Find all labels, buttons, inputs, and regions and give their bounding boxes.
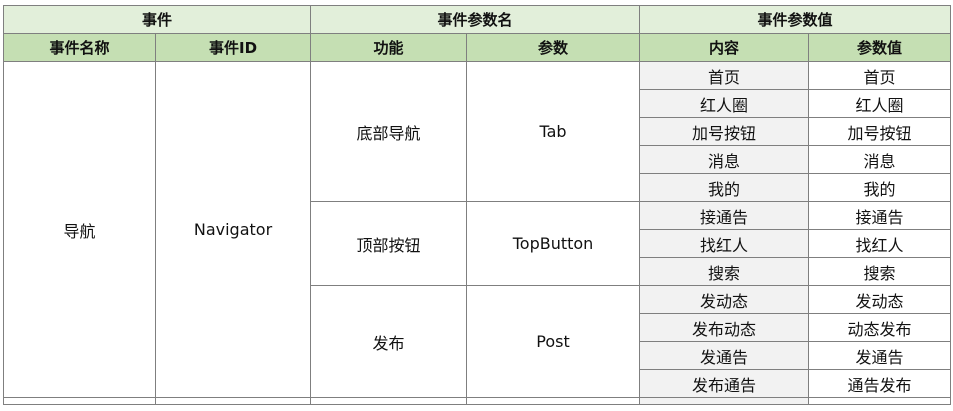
- content-cell: 接通告: [639, 201, 810, 230]
- value-cell: 红人圈: [808, 89, 952, 118]
- content-cell: 红人圈: [639, 89, 810, 118]
- param-cell: Post: [466, 285, 641, 398]
- param-cell: TopButton: [466, 201, 641, 286]
- value-cell: 通告发布: [808, 369, 952, 398]
- value-cell: 搜索: [808, 257, 952, 286]
- partial-cell: [3, 397, 156, 405]
- value-cell: 发通告: [808, 341, 952, 370]
- content-cell: 搜索: [639, 257, 810, 286]
- header-function: 功能: [310, 33, 468, 62]
- value-cell: 加号按钮: [808, 117, 952, 146]
- header-event-name: 事件名称: [3, 33, 156, 62]
- value-cell: 发动态: [808, 285, 952, 314]
- content-cell: 首页: [639, 61, 810, 90]
- content-cell: 找红人: [639, 229, 810, 258]
- partial-cell: [310, 397, 468, 405]
- table-row-partial: [3, 397, 952, 405]
- header-group-param-name: 事件参数名: [310, 5, 641, 34]
- value-cell: 我的: [808, 173, 952, 202]
- content-cell: 发布通告: [639, 369, 810, 398]
- event-tracking-table: 事件 事件参数名 事件参数值 事件名称 事件ID 功能 参数 内容 参数值 导航…: [2, 5, 952, 405]
- param-cell: Tab: [466, 61, 641, 202]
- header-event-id: 事件ID: [154, 33, 312, 62]
- content-cell: 加号按钮: [639, 117, 810, 146]
- header-group-event: 事件: [2, 5, 312, 34]
- value-cell: 接通告: [808, 201, 952, 230]
- header-group-param-value: 事件参数值: [639, 5, 952, 34]
- header-content: 内容: [639, 33, 810, 62]
- content-cell: 发通告: [639, 341, 810, 370]
- value-cell: 首页: [808, 61, 952, 90]
- function-cell: 顶部按钮: [310, 201, 468, 286]
- header-param: 参数: [466, 33, 641, 62]
- partial-cell: [466, 397, 641, 405]
- header-param-value: 参数值: [808, 33, 952, 62]
- partial-cell: [639, 397, 810, 405]
- content-cell: 消息: [639, 145, 810, 174]
- content-cell: 我的: [639, 173, 810, 202]
- value-cell: 找红人: [808, 229, 952, 258]
- function-cell: 底部导航: [310, 61, 468, 202]
- function-cell: 发布: [310, 285, 468, 398]
- content-cell: 发布动态: [639, 313, 810, 342]
- value-cell: 消息: [808, 145, 952, 174]
- table-row: 导航 Navigator 底部导航 Tab 首页 首页: [3, 61, 952, 398]
- event-id-cell: Navigator: [154, 61, 312, 398]
- content-cell: 发动态: [639, 285, 810, 314]
- event-name-cell: 导航: [3, 61, 156, 398]
- value-cell: 动态发布: [808, 313, 952, 342]
- partial-cell: [154, 397, 312, 405]
- partial-cell: [808, 397, 952, 405]
